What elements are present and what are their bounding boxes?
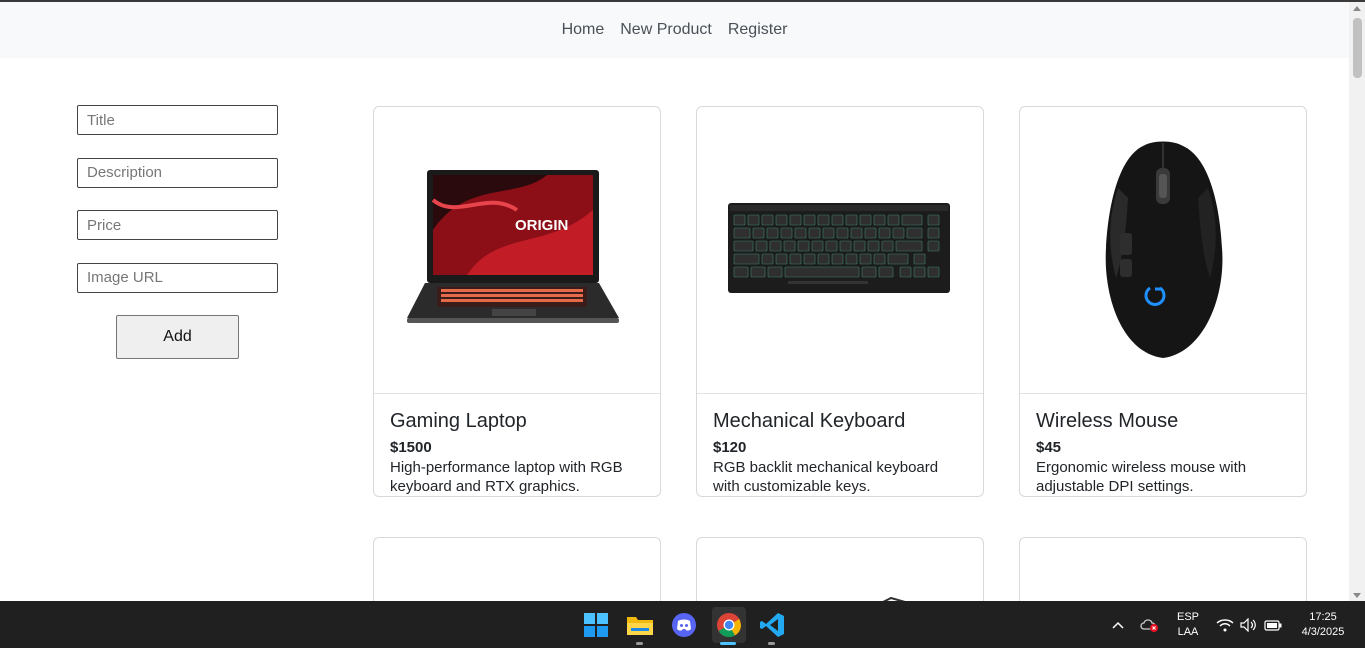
product-card: ORIGIN Gaming Laptop $1500 High-performa…	[373, 106, 661, 497]
clock-date: 4/3/2025	[1301, 626, 1345, 638]
vscode-running-indicator	[768, 642, 775, 645]
chevron-up-icon[interactable]	[1102, 609, 1134, 641]
mouse-image	[1020, 107, 1306, 394]
nav-home[interactable]: Home	[562, 21, 605, 39]
title-input[interactable]	[77, 105, 278, 135]
nav-register[interactable]: Register	[728, 21, 788, 39]
product-card: Mechanical Keyboard $120 RGB backlit mec…	[696, 106, 984, 497]
product-description: High-performance laptop with RGB keyboar…	[390, 459, 623, 495]
keyboard-image	[697, 107, 983, 394]
add-button[interactable]: Add	[116, 315, 239, 359]
language-code: ESP	[1176, 611, 1199, 623]
product-title: Wireless Mouse	[1036, 410, 1179, 432]
image-url-input[interactable]	[77, 262, 278, 293]
chrome-active-indicator	[720, 642, 736, 645]
new-product-form: Add	[77, 105, 278, 359]
product-title: Gaming Laptop	[390, 410, 527, 432]
page-scrollbar[interactable]	[1349, 2, 1365, 602]
product-price: $45	[1036, 439, 1062, 456]
product-title: Mechanical Keyboard	[713, 410, 906, 432]
laptop-image: ORIGIN	[374, 107, 660, 394]
scroll-down-icon[interactable]	[1353, 593, 1361, 598]
discord-icon[interactable]	[668, 609, 700, 641]
windows-start-icon[interactable]	[580, 609, 612, 641]
description-input[interactable]	[77, 157, 278, 188]
taskbar: ESP LAA 17:25 4/3/2025	[0, 601, 1365, 648]
clock-time: 17:25	[1309, 611, 1337, 623]
chrome-icon[interactable]	[712, 607, 746, 643]
language-indicator[interactable]: ESP LAA	[1172, 610, 1204, 640]
price-input[interactable]	[77, 210, 278, 240]
scroll-thumb[interactable]	[1353, 18, 1362, 78]
keyboard-layout: LAA	[1177, 626, 1199, 638]
file-explorer-icon[interactable]	[624, 609, 656, 641]
onedrive-error-icon[interactable]	[1134, 609, 1166, 641]
nav-new-product[interactable]: New Product	[620, 21, 712, 39]
svg-text:ORIGIN: ORIGIN	[515, 217, 568, 234]
product-price: $1500	[390, 439, 432, 456]
product-card: Wireless Mouse $45 Ergonomic wireless mo…	[1019, 106, 1307, 497]
scroll-up-icon[interactable]	[1353, 6, 1361, 11]
vscode-icon[interactable]	[756, 609, 788, 641]
clock[interactable]: 17:25 4/3/2025	[1292, 610, 1354, 640]
battery-icon[interactable]	[1257, 609, 1289, 641]
navbar: Home New Product Register	[0, 2, 1349, 58]
product-description: Ergonomic wireless mouse with adjustable…	[1036, 459, 1247, 495]
product-price: $120	[713, 439, 747, 456]
explorer-running-indicator	[636, 642, 643, 645]
product-description: RGB backlit mechanical keyboard with cus…	[713, 459, 939, 495]
